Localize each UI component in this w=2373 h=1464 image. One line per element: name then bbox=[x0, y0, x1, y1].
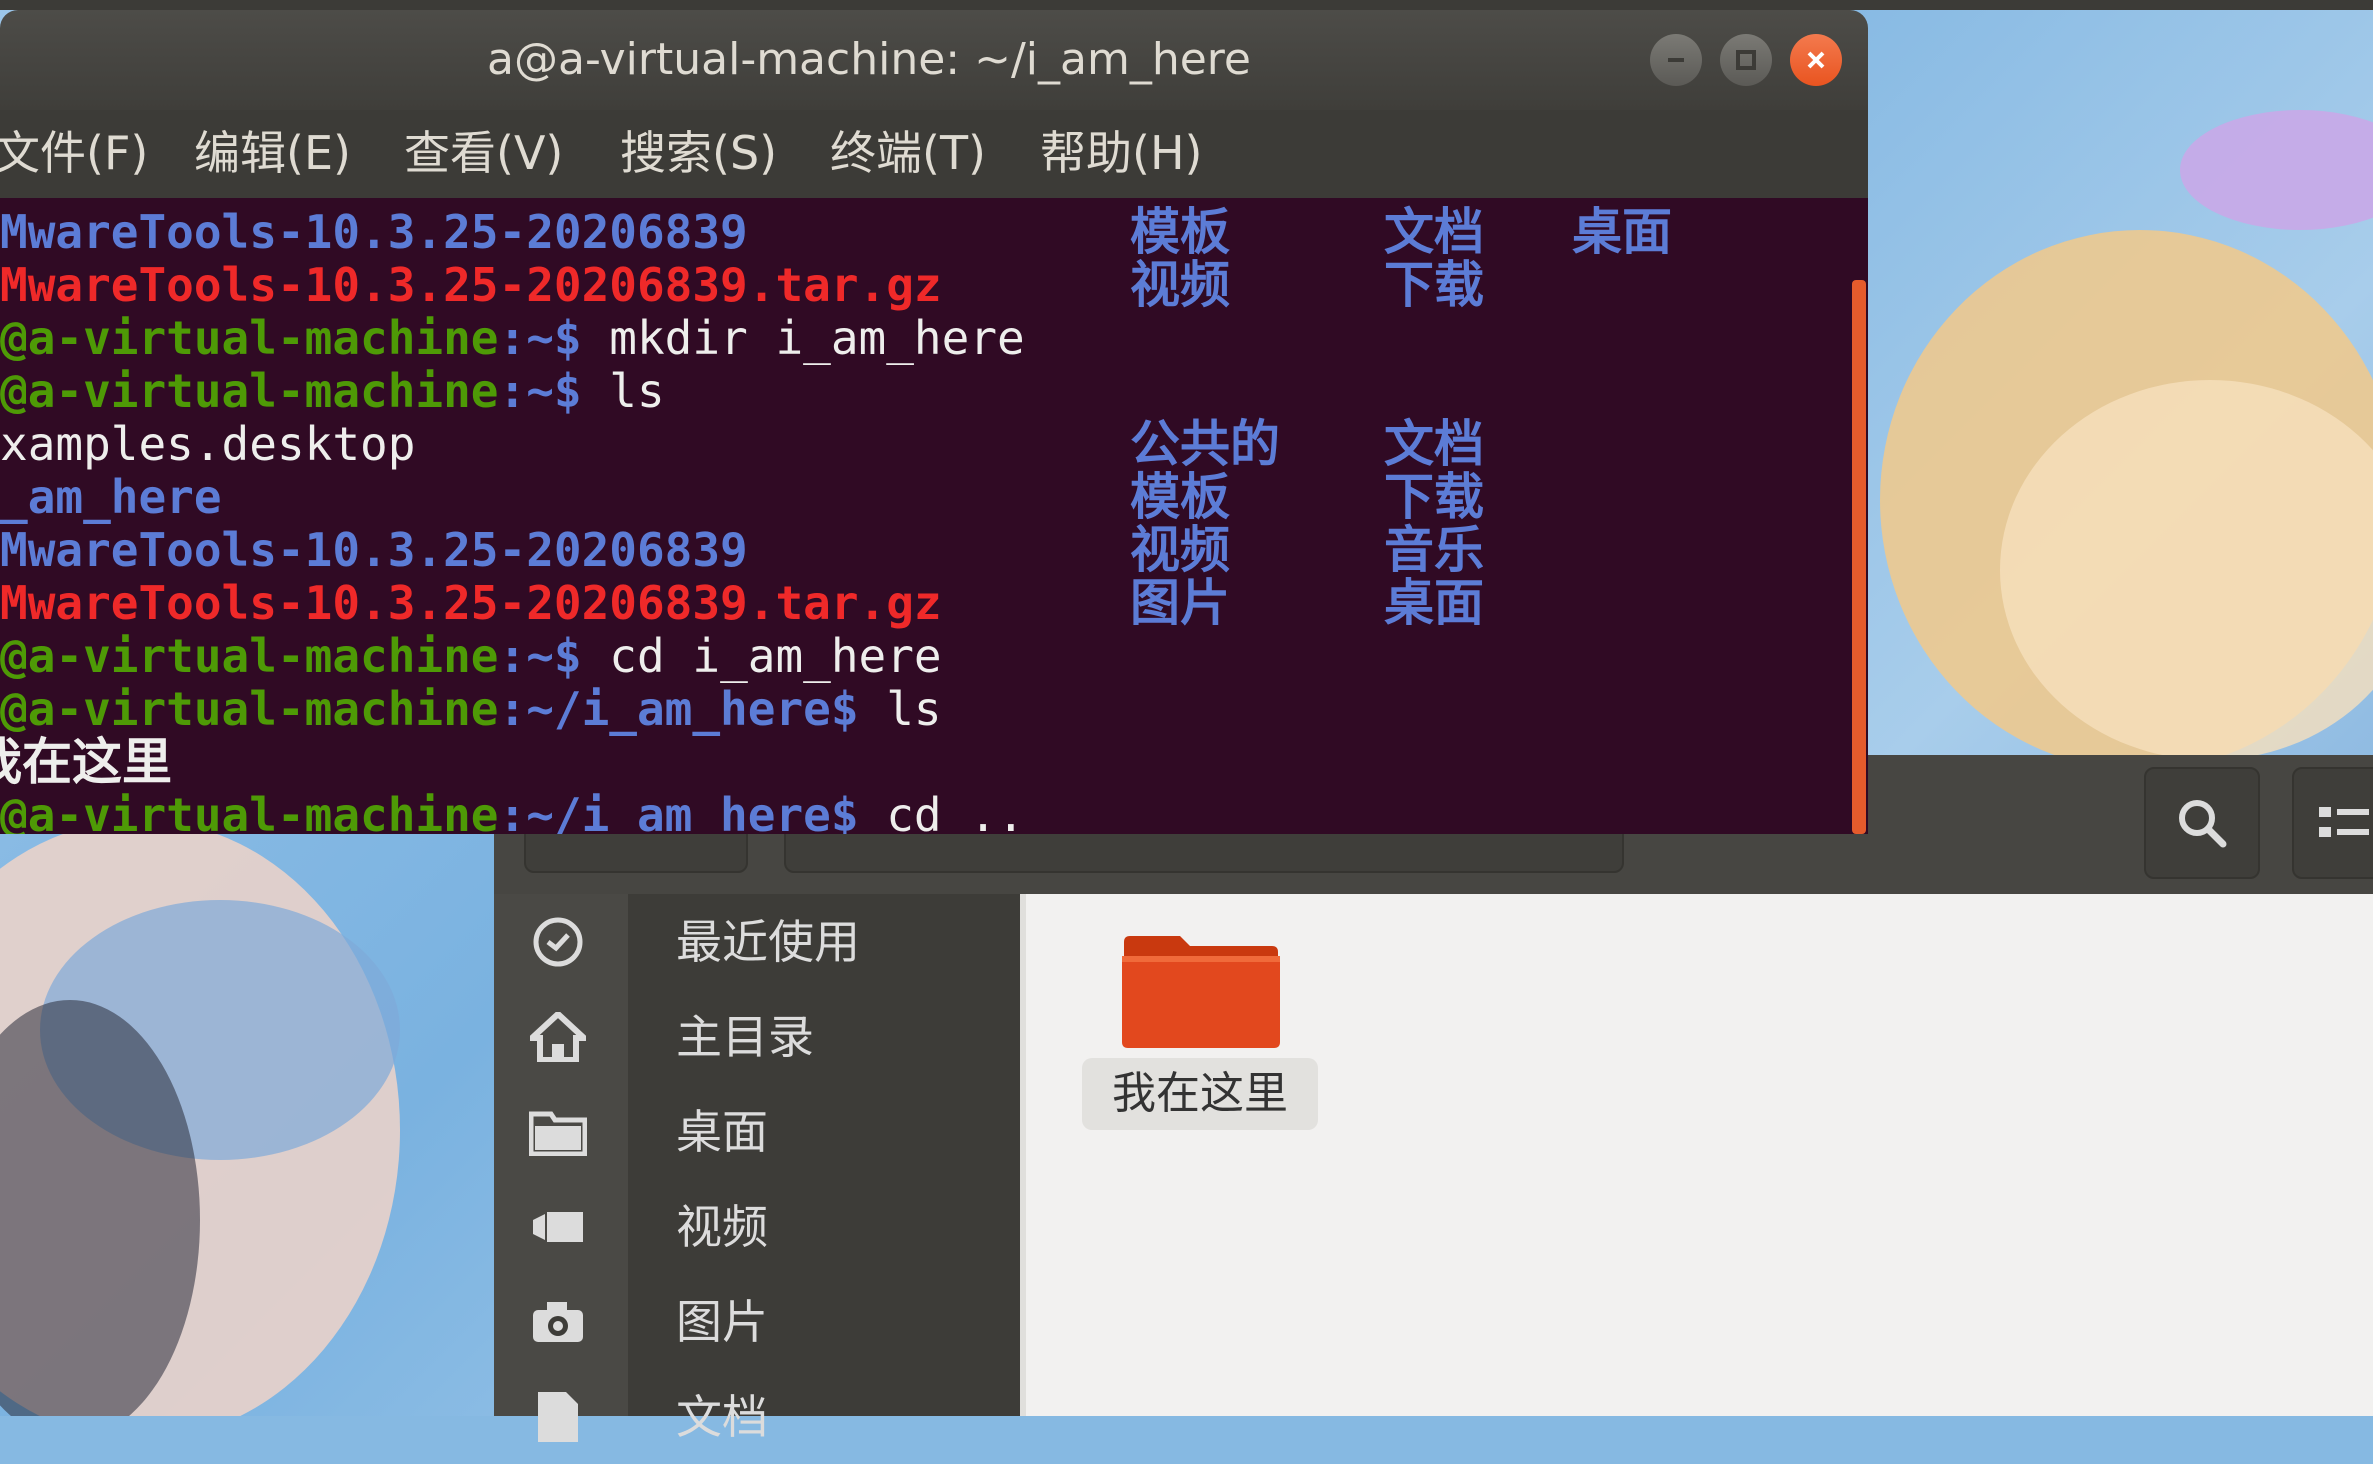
sidebar-item-documents[interactable]: 文档 bbox=[494, 1369, 1020, 1464]
dir-entry: 视频 bbox=[1130, 256, 1230, 314]
command-line: @a-virtual-machine:~/i_am_here$ ls bbox=[0, 683, 942, 736]
dir-entry: 下载 bbox=[1384, 468, 1484, 526]
list-view-icon bbox=[2319, 807, 2369, 837]
file-view: 我在这里 bbox=[1020, 894, 2373, 1416]
sidebar-item-videos[interactable]: 视频 bbox=[494, 1179, 1020, 1274]
command-text: cd .. bbox=[858, 788, 1025, 835]
minimize-icon bbox=[1668, 58, 1684, 62]
menu-help[interactable]: 帮助(H) bbox=[1040, 122, 1202, 184]
prompt-user: @a-virtual-machine bbox=[0, 629, 499, 683]
dir-entry: 桌面 bbox=[1572, 203, 1672, 261]
prompt-path: :~$ bbox=[498, 364, 582, 418]
close-button[interactable] bbox=[1790, 34, 1842, 86]
dir-entry: 图片 bbox=[1130, 574, 1230, 632]
dir-entry: 文档 bbox=[1384, 415, 1484, 473]
dir-entry: 视频 bbox=[1130, 521, 1230, 579]
dir-entry: 模板 bbox=[1130, 468, 1230, 526]
video-icon bbox=[528, 1199, 588, 1255]
sidebar-item-label: 文档 bbox=[676, 1390, 768, 1444]
clock-icon bbox=[528, 914, 588, 970]
prompt-path: :~/i_am_here$ bbox=[498, 682, 859, 736]
maximize-button[interactable] bbox=[1720, 34, 1772, 86]
prompt-user: @a-virtual-machine bbox=[0, 788, 499, 835]
command-text: cd i_am_here bbox=[581, 629, 942, 683]
dir-entry: 公共的 bbox=[1130, 415, 1280, 473]
menu-search[interactable]: 搜索(S) bbox=[620, 122, 777, 184]
file-manager-window: 最近使用 主目录 桌面 视频 图片 文档 我在这里 bbox=[494, 755, 2373, 1443]
folder-icon bbox=[528, 1104, 588, 1160]
output-line: MwareTools-10.3.25-20206839.tar.gz bbox=[0, 258, 942, 312]
camera-icon bbox=[528, 1294, 588, 1350]
scrollbar-thumb[interactable] bbox=[1852, 280, 1866, 834]
sidebar-item-desktop[interactable]: 桌面 bbox=[494, 1084, 1020, 1179]
folder-label: 我在这里 bbox=[1082, 1058, 1318, 1130]
sidebar-item-label: 最近使用 bbox=[676, 915, 860, 969]
prompt-path: :~$ bbox=[498, 311, 582, 365]
places-sidebar: 最近使用 主目录 桌面 视频 图片 文档 bbox=[494, 894, 1020, 1443]
home-icon bbox=[528, 1009, 588, 1065]
dir-entry: 音乐 bbox=[1384, 521, 1484, 579]
prompt-user: @a-virtual-machine bbox=[0, 364, 499, 418]
top-panel bbox=[0, 0, 2373, 10]
terminal-menubar: 文件(F) 编辑(E) 查看(V) 搜索(S) 终端(T) 帮助(H) bbox=[0, 110, 1868, 198]
command-line: @a-virtual-machine:~$ mkdir i_am_here bbox=[0, 312, 1025, 365]
sidebar-item-home[interactable]: 主目录 bbox=[494, 989, 1020, 1084]
dir-entry: 文档 bbox=[1384, 203, 1484, 261]
command-text: mkdir i_am_here bbox=[581, 311, 1025, 365]
maximize-icon bbox=[1736, 50, 1756, 70]
sidebar-item-recent[interactable]: 最近使用 bbox=[494, 894, 1020, 989]
terminal-output[interactable]: MwareTools-10.3.25-20206839 模板 文档 桌面 Mwa… bbox=[0, 198, 1852, 834]
menu-edit[interactable]: 编辑(E) bbox=[194, 122, 351, 184]
terminal-titlebar[interactable]: a@a-virtual-machine: ~/i_am_here bbox=[0, 10, 1868, 110]
sidebar-item-label: 视频 bbox=[676, 1200, 768, 1254]
menu-terminal[interactable]: 终端(T) bbox=[830, 122, 986, 184]
output-line: MwareTools-10.3.25-20206839 bbox=[0, 523, 748, 577]
sidebar-item-label: 图片 bbox=[676, 1295, 768, 1349]
dir-entry: 桌面 bbox=[1384, 574, 1484, 632]
sidebar-item-pictures[interactable]: 图片 bbox=[494, 1274, 1020, 1369]
window-title: a@a-virtual-machine: ~/i_am_here bbox=[487, 34, 1251, 85]
output-line: 我在这里 bbox=[0, 733, 172, 791]
command-line: @a-virtual-machine:~$ ls bbox=[0, 365, 665, 418]
document-icon bbox=[528, 1389, 588, 1445]
search-button[interactable] bbox=[2144, 767, 2260, 879]
sidebar-item-label: 桌面 bbox=[676, 1105, 768, 1159]
search-icon bbox=[2179, 800, 2227, 848]
output-line: xamples.desktop bbox=[0, 417, 416, 471]
close-icon bbox=[1807, 51, 1825, 69]
output-line: _am_here bbox=[0, 470, 222, 524]
terminal-window: a@a-virtual-machine: ~/i_am_here 文件(F) 编… bbox=[0, 10, 1868, 834]
sidebar-item-label: 主目录 bbox=[676, 1010, 814, 1064]
prompt-path: :~/i_am_here$ bbox=[498, 788, 859, 835]
dir-entry: 模板 bbox=[1130, 203, 1230, 261]
command-line: @a-virtual-machine:~/i_am_here$ cd .. bbox=[0, 788, 1025, 835]
command-line: @a-virtual-machine:~$ cd i_am_here bbox=[0, 630, 942, 683]
folder-icon bbox=[1122, 936, 1280, 1048]
view-options-button[interactable] bbox=[2292, 767, 2373, 879]
command-text: ls bbox=[581, 364, 665, 418]
command-text: ls bbox=[858, 682, 942, 736]
menu-file[interactable]: 文件(F) bbox=[0, 122, 148, 184]
prompt-user: @a-virtual-machine bbox=[0, 682, 499, 736]
output-line: MwareTools-10.3.25-20206839.tar.gz bbox=[0, 576, 942, 630]
output-line: MwareTools-10.3.25-20206839 bbox=[0, 205, 748, 259]
prompt-user: @a-virtual-machine bbox=[0, 311, 499, 365]
dir-entry: 下载 bbox=[1384, 256, 1484, 314]
folder-item[interactable]: 我在这里 bbox=[1082, 934, 1322, 1174]
menu-view[interactable]: 查看(V) bbox=[404, 122, 563, 184]
minimize-button[interactable] bbox=[1650, 34, 1702, 86]
prompt-path: :~$ bbox=[498, 629, 582, 683]
